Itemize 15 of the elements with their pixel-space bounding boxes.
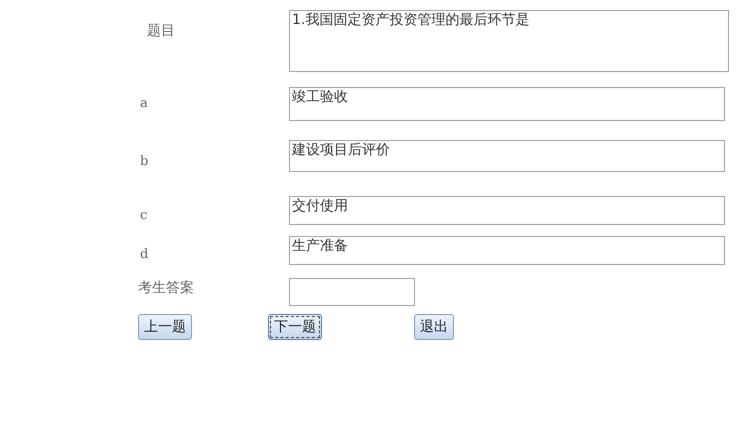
option-box[interactable]: 竣工验收 — [289, 87, 725, 121]
question-box[interactable]: 1.我国固定资产投资管理的最后环节是 — [289, 10, 729, 72]
question-label: 题目 — [146, 22, 176, 41]
answer-label: 考生答案 — [138, 278, 195, 298]
answer-field[interactable] — [289, 278, 415, 306]
nav-button[interactable]: 退出 — [414, 314, 454, 340]
option-box[interactable]: 生产准备 — [289, 236, 725, 264]
nav-button[interactable]: 下一题 — [268, 314, 322, 340]
option-label: c — [139, 207, 148, 225]
option-label: a — [139, 95, 149, 113]
nav-button[interactable]: 上一题 — [138, 314, 192, 340]
option-label: b — [139, 153, 150, 171]
option-box[interactable]: 交付使用 — [289, 196, 725, 225]
option-label: d — [139, 246, 150, 264]
option-box[interactable]: 建设项目后评价 — [289, 140, 725, 172]
